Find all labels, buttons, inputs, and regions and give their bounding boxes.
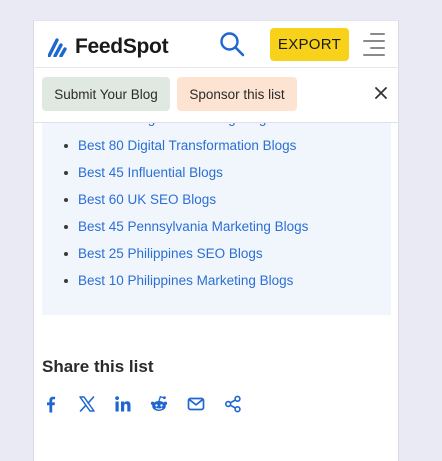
list-link[interactable]: Best 45 Pennsylvania Marketing Blogs <box>78 219 308 234</box>
list-link[interactable]: Best 60 UK SEO Blogs <box>78 192 216 207</box>
list-bullet <box>64 225 68 229</box>
feedspot-logo[interactable]: FeedSpot <box>48 35 169 59</box>
close-icon <box>375 87 387 99</box>
reddit-icon[interactable] <box>150 395 168 413</box>
menu-button[interactable] <box>363 33 385 57</box>
mobile-page: FeedSpot EXPORT Submit Your Blog Sponsor… <box>33 20 399 461</box>
share-icon[interactable] <box>224 395 242 413</box>
x-icon[interactable] <box>78 395 96 413</box>
list-bullet <box>64 198 68 202</box>
action-bar: Submit Your Blog Sponsor this list <box>34 68 398 123</box>
list-bullet <box>64 279 68 283</box>
list-link[interactable]: Best 45 Influential Blogs <box>78 165 223 180</box>
list-item: Best 45 Pennsylvania Marketing Blogs <box>42 217 391 237</box>
hamburger-line <box>363 40 385 42</box>
list-item: Best 60 UK SEO Blogs <box>42 190 391 210</box>
search-icon <box>220 32 245 57</box>
list-link[interactable]: Best 80 Digital Transformation Blogs <box>78 138 296 153</box>
list-link[interactable]: Best 25 Philippines SEO Blogs <box>78 246 263 261</box>
hamburger-line <box>363 54 385 56</box>
feedspot-logo-icon <box>48 38 67 57</box>
search-button[interactable] <box>219 31 245 57</box>
email-icon[interactable] <box>187 395 205 413</box>
hamburger-line <box>370 33 385 35</box>
share-buttons <box>42 395 262 415</box>
share-title: Share this list <box>42 357 154 376</box>
facebook-icon[interactable] <box>42 395 60 413</box>
logo-text: FeedSpot <box>75 35 169 58</box>
list-item: Best 10 Philippines Marketing Blogs <box>42 271 391 291</box>
related-lists-box: Best 100 Digital Marketing Blogs Best 80… <box>42 111 391 315</box>
list-link[interactable]: Best 10 Philippines Marketing Blogs <box>78 273 293 288</box>
hamburger-line <box>370 47 385 49</box>
submit-blog-button[interactable]: Submit Your Blog <box>42 77 170 111</box>
close-button[interactable] <box>374 86 388 100</box>
list-item: Best 80 Digital Transformation Blogs <box>42 136 391 156</box>
list-item: Best 45 Influential Blogs <box>42 163 391 183</box>
list-item: Best 25 Philippines SEO Blogs <box>42 244 391 264</box>
linkedin-icon[interactable] <box>114 395 132 413</box>
list-bullet <box>64 252 68 256</box>
site-header: FeedSpot EXPORT <box>34 20 398 68</box>
sponsor-list-button[interactable]: Sponsor this list <box>177 77 297 111</box>
export-button[interactable]: EXPORT <box>270 28 349 61</box>
list-bullet <box>64 171 68 175</box>
list-bullet <box>64 144 68 148</box>
